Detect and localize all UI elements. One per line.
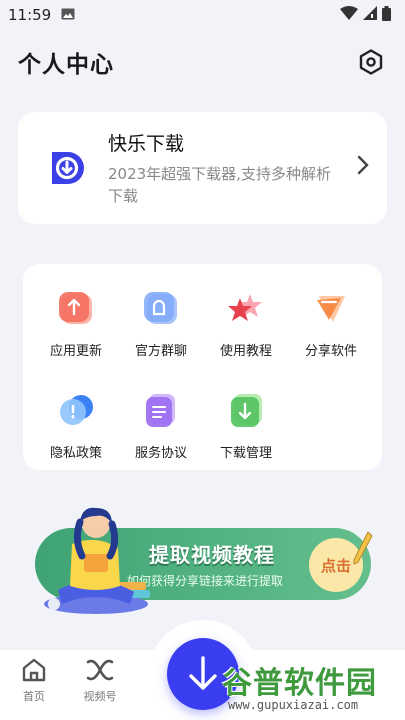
menu-item-app-update[interactable]: 应用更新: [36, 288, 116, 368]
page-title: 个人中心: [18, 52, 114, 78]
nav-label: 首页: [23, 690, 45, 703]
app-logo-icon: [52, 152, 84, 184]
watermark: 谷普软件园 www.gupuxiazai.com: [218, 658, 405, 720]
gallery-notification-icon: [61, 6, 75, 24]
signal-icon: [363, 6, 377, 24]
menu-item-privacy-policy[interactable]: 隐私政策: [36, 390, 116, 470]
service-agreement-icon: [146, 394, 175, 427]
chevron-right-icon: [357, 155, 369, 181]
privacy-policy-icon: [60, 395, 93, 425]
watermark-title: 谷普软件园: [222, 666, 377, 701]
menu-label: 隐私政策: [49, 446, 102, 461]
nav-item-video-channel[interactable]: 视频号: [70, 656, 130, 704]
menu-label: 使用教程: [219, 344, 272, 359]
download-arrow-icon: [189, 656, 217, 690]
status-bar: 11:59: [0, 0, 405, 30]
nav-item-home[interactable]: 首页: [4, 656, 64, 704]
menu-item-download-manager[interactable]: 下载管理: [206, 390, 286, 470]
home-icon: [22, 658, 46, 682]
menu-item-group-chat[interactable]: 官方群聊: [121, 288, 201, 368]
app-logo: [44, 146, 88, 190]
menu-label: 下载管理: [219, 446, 272, 461]
menu-item-service-agreement[interactable]: 服务协议: [121, 390, 201, 470]
nav-label: 视频号: [83, 690, 117, 703]
watermark-url: www.gupuxiazai.com: [228, 698, 359, 712]
download-manager-icon: [231, 394, 262, 427]
video-channel-icon: [86, 659, 114, 681]
app-info-card[interactable]: 快乐下载 2023年超强下载器,支持多种解析下载: [18, 112, 387, 224]
pencil-icon: [353, 531, 373, 565]
status-time: 11:59: [8, 6, 52, 24]
menu-label: 分享软件: [304, 344, 357, 359]
battery-icon: [382, 5, 391, 25]
menu-item-tutorial[interactable]: 使用教程: [206, 288, 286, 368]
menu-label: 官方群聊: [134, 344, 187, 359]
reading-girl-illustration: [44, 507, 150, 614]
menu-item-share-app[interactable]: 分享软件: [291, 288, 371, 368]
share-app-icon: [317, 296, 345, 322]
menu-grid: 应用更新 官方群聊 使用教程 分享软件 隐私政策 服务协议 下载管理: [23, 264, 382, 470]
menu-label: 服务协议: [134, 446, 187, 461]
header: 个人中心: [18, 44, 387, 80]
wifi-icon: [340, 6, 358, 24]
settings-button[interactable]: [355, 46, 387, 78]
app-description: 2023年超强下载器,支持多种解析下载: [108, 165, 331, 205]
menu-label: 应用更新: [49, 344, 102, 359]
app-update-icon: [59, 292, 92, 324]
banner-title: 提取视频教程: [149, 543, 275, 567]
app-name: 快乐下载: [108, 133, 185, 155]
tutorial-icon: [228, 294, 262, 321]
settings-hexagon-icon: [359, 49, 383, 75]
group-chat-icon: [144, 292, 177, 324]
